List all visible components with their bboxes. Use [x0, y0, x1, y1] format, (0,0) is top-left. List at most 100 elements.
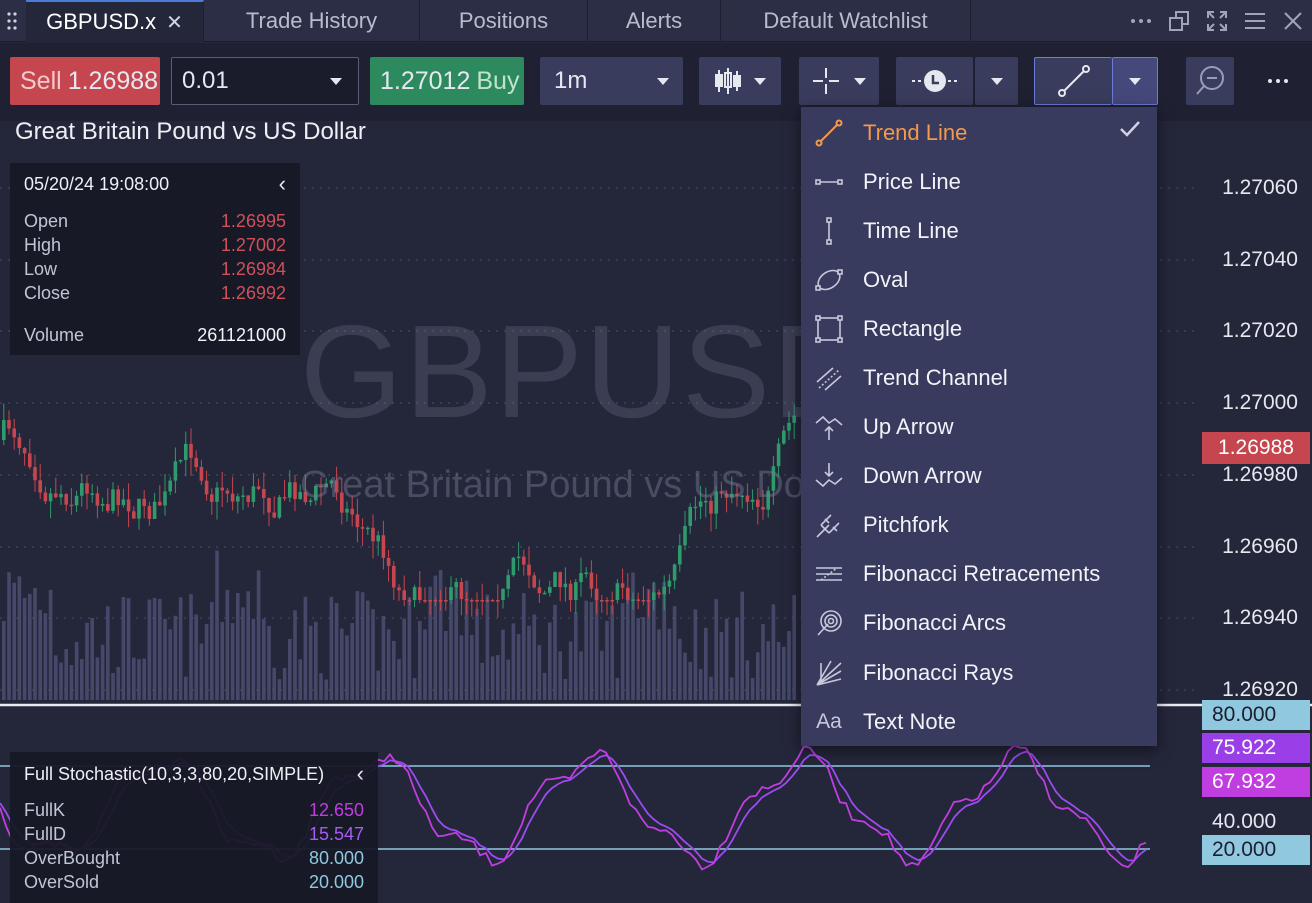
menu-item-fibonacci-rays[interactable]: Fibonacci Rays — [801, 648, 1157, 697]
close-tab-icon[interactable]: ✕ — [166, 10, 183, 35]
volume-bar — [631, 572, 635, 700]
trend-line-icon — [814, 118, 844, 148]
time-tool-dropdown[interactable] — [975, 57, 1018, 105]
drawing-tool-dropdown[interactable] — [1112, 57, 1158, 105]
menu-item-down-arrow[interactable]: Down Arrow — [801, 452, 1157, 501]
candle-body — [256, 486, 261, 489]
volume-bar — [756, 652, 760, 700]
candle-body — [199, 467, 204, 481]
candle-body — [532, 575, 536, 588]
volume-bar — [558, 651, 562, 700]
menu-item-trend-channel[interactable]: Trend Channel — [801, 353, 1157, 402]
menu-item-fibonacci-retracements[interactable]: Fibonacci Retracements — [801, 550, 1157, 599]
expand-icon[interactable] — [1198, 10, 1236, 32]
overbought-tag: 80.000 — [1202, 700, 1310, 730]
candle-body — [69, 504, 74, 507]
clock-icon — [911, 70, 958, 92]
volume-bar — [522, 593, 526, 700]
candle-body — [210, 494, 214, 502]
sell-button[interactable]: Sell 1.26988 — [10, 57, 160, 105]
price-axis-label: 1.26940 — [1222, 606, 1298, 629]
volume-bar — [548, 622, 552, 700]
menu-item-trend-line[interactable]: Trend Line — [801, 108, 1157, 157]
volume-bar — [2, 621, 6, 700]
crosshair-button[interactable] — [799, 57, 879, 105]
volume-bar — [402, 618, 406, 700]
crosshair-icon — [813, 68, 839, 94]
volume-bar — [693, 609, 698, 700]
volume-bar — [111, 672, 115, 700]
volume-bar — [600, 650, 604, 700]
volume-bar — [215, 550, 219, 700]
menu-item-time-line[interactable]: Time Line — [801, 206, 1157, 255]
candle-body — [38, 480, 42, 493]
collapse-chevron-icon[interactable]: ‹ — [357, 761, 364, 787]
volume-bar — [667, 628, 672, 700]
menu-item-pitchfork[interactable]: Pitchfork — [801, 501, 1157, 550]
candle-body — [454, 582, 458, 588]
candle-body — [147, 505, 152, 519]
candle-body — [459, 582, 464, 599]
volume-bar — [168, 629, 172, 700]
more-icon[interactable] — [1122, 18, 1160, 24]
volume-bar — [672, 606, 677, 700]
stochastic-row-overbought: OverBought 80.000 — [24, 848, 364, 868]
more-options-button[interactable] — [1258, 57, 1298, 105]
tab-gbpusd[interactable]: GBPUSD.x ✕ — [26, 0, 204, 42]
menu-item-up-arrow[interactable]: Up Arrow — [801, 403, 1157, 452]
ohlc-row-high: High 1.27002 — [24, 235, 286, 255]
volume-bar — [121, 597, 126, 700]
volume-bar — [204, 624, 209, 700]
volume-bar — [381, 615, 386, 700]
candle-body — [511, 557, 516, 576]
candle-body — [33, 467, 37, 481]
volume-bar — [740, 591, 744, 700]
volume-bar — [236, 593, 240, 700]
volume-bar — [210, 601, 214, 700]
menu-item-oval[interactable]: Oval — [801, 255, 1157, 304]
candle-body — [43, 492, 48, 502]
volume-bar — [709, 676, 713, 700]
drawing-tool-button[interactable] — [1034, 57, 1112, 105]
menu-item-rectangle[interactable]: Rectangle — [801, 304, 1157, 353]
volume-bar — [256, 570, 261, 700]
timeframe-select[interactable]: 1m — [540, 57, 683, 105]
buy-button[interactable]: 1.27012 Buy — [370, 57, 524, 105]
stochastic-row-oversold: OverSold 20.000 — [24, 872, 364, 892]
candle-body — [579, 573, 583, 583]
volume-bar — [433, 575, 438, 700]
volume-bar — [376, 670, 380, 700]
volume-bar — [251, 618, 256, 700]
volume-bar — [184, 676, 188, 700]
volume-bar — [761, 623, 765, 700]
chevron-down-icon — [1129, 77, 1141, 85]
volume-bar — [516, 634, 521, 700]
menu-icon[interactable] — [1236, 11, 1274, 31]
candle-body — [496, 600, 500, 602]
tab-default-watchlist[interactable]: Default Watchlist — [721, 0, 971, 42]
candle-body — [688, 506, 692, 526]
time-tool-button[interactable] — [896, 57, 973, 105]
candle-body — [475, 600, 479, 602]
tab-positions[interactable]: Positions — [420, 0, 588, 42]
volume-bar — [48, 589, 53, 700]
popout-icon[interactable] — [1160, 10, 1198, 32]
chart-type-button[interactable] — [699, 57, 781, 105]
quantity-select[interactable]: 0.01 — [171, 57, 359, 105]
price-axis-label: 1.27020 — [1222, 319, 1298, 342]
volume-bar — [641, 617, 646, 700]
candle-body — [2, 420, 6, 440]
drag-grip-icon[interactable] — [0, 0, 26, 42]
tab-trade-history[interactable]: Trade History — [204, 0, 420, 42]
collapse-chevron-icon[interactable]: ‹ — [279, 171, 286, 197]
pitchfork-icon — [814, 510, 844, 540]
candle-body — [631, 599, 635, 601]
close-icon[interactable] — [1274, 11, 1312, 31]
tab-alerts[interactable]: Alerts — [588, 0, 721, 42]
zoom-out-button[interactable] — [1186, 57, 1234, 105]
menu-item-price-line[interactable]: Price Line — [801, 157, 1157, 206]
candle-body — [490, 600, 495, 602]
menu-item-fibonacci-arcs[interactable]: Fibonacci Arcs — [801, 599, 1157, 648]
candle-body — [485, 600, 490, 602]
menu-item-text-note[interactable]: Aa Text Note — [801, 697, 1157, 746]
